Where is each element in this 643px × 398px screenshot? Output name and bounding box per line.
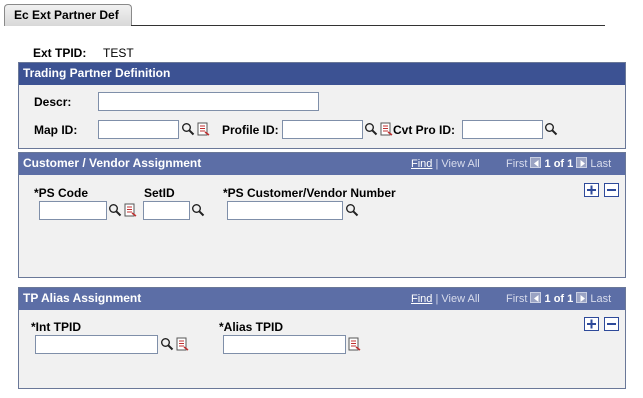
alias-tpid-field[interactable] xyxy=(223,335,346,354)
profile-id-label: Profile ID: xyxy=(222,123,279,137)
last-label: Last xyxy=(590,293,612,305)
cvt-pro-id-label: Cvt Pro ID: xyxy=(393,123,456,137)
minus-icon[interactable] xyxy=(604,183,619,197)
magnifier-icon[interactable] xyxy=(181,122,195,136)
first-label: First xyxy=(506,158,528,170)
grid-pager: First 1 of 1 Last xyxy=(506,153,611,175)
profile-id-field[interactable] xyxy=(282,120,363,139)
arrow-right-icon[interactable] xyxy=(576,292,588,303)
tp-alias-header: TP Alias Assignment Find | View All Firs… xyxy=(19,288,625,310)
detail-page-icon[interactable] xyxy=(347,337,361,351)
nav-separator: | xyxy=(435,158,439,170)
find-link[interactable]: Find xyxy=(411,158,432,170)
magnifier-icon[interactable] xyxy=(544,122,558,136)
find-link[interactable]: Find xyxy=(411,293,432,305)
trading-partner-header: Trading Partner Definition xyxy=(19,63,625,85)
int-tpid-field[interactable] xyxy=(35,335,158,354)
view-all-link[interactable]: View All xyxy=(441,158,479,170)
detail-page-icon[interactable] xyxy=(379,122,393,136)
grid-nav: Find | View All xyxy=(411,288,480,310)
magnifier-icon[interactable] xyxy=(345,203,359,217)
first-label: First xyxy=(506,293,528,305)
ps-code-label: *PS Code xyxy=(34,186,89,200)
tp-alias-title: TP Alias Assignment xyxy=(23,291,142,305)
descr-label: Descr: xyxy=(34,95,72,109)
plus-icon[interactable] xyxy=(584,183,599,197)
arrow-left-icon[interactable] xyxy=(530,157,542,168)
ps-customer-vendor-number-label: *PS Customer/Vendor Number xyxy=(223,186,396,200)
nav-separator: | xyxy=(435,293,439,305)
row-count: 1 of 1 xyxy=(544,293,574,305)
ext-tpid-label: Ext TPID: xyxy=(33,46,87,60)
magnifier-icon[interactable] xyxy=(160,337,174,351)
arrow-right-icon[interactable] xyxy=(576,157,588,168)
tab-divider xyxy=(131,25,605,26)
setid-label: SetID xyxy=(144,186,175,200)
ps-customer-vendor-number-field[interactable] xyxy=(227,201,343,220)
ps-code-field[interactable] xyxy=(39,201,107,220)
detail-page-icon[interactable] xyxy=(175,337,189,351)
minus-icon[interactable] xyxy=(604,317,619,331)
customer-vendor-title: Customer / Vendor Assignment xyxy=(23,156,202,170)
grid-pager: First 1 of 1 Last xyxy=(506,288,611,310)
map-id-label: Map ID: xyxy=(34,123,78,137)
row-count: 1 of 1 xyxy=(544,158,574,170)
magnifier-icon[interactable] xyxy=(364,122,378,136)
detail-page-icon[interactable] xyxy=(196,122,210,136)
descr-field[interactable] xyxy=(98,92,319,111)
cvt-pro-id-field[interactable] xyxy=(462,120,543,139)
customer-vendor-header: Customer / Vendor Assignment Find | View… xyxy=(19,153,625,175)
map-id-field[interactable] xyxy=(98,120,179,139)
int-tpid-label: *Int TPID xyxy=(31,320,81,334)
alias-tpid-label: *Alias TPID xyxy=(219,320,284,334)
setid-field[interactable] xyxy=(143,201,190,220)
tab-ec-ext-partner-def[interactable]: Ec Ext Partner Def xyxy=(4,4,132,26)
ext-tpid-value: TEST xyxy=(103,46,134,60)
last-label: Last xyxy=(590,158,612,170)
view-all-link[interactable]: View All xyxy=(441,293,479,305)
arrow-left-icon[interactable] xyxy=(530,292,542,303)
magnifier-icon[interactable] xyxy=(191,203,205,217)
magnifier-icon[interactable] xyxy=(108,203,122,217)
grid-nav: Find | View All xyxy=(411,153,480,175)
plus-icon[interactable] xyxy=(584,317,599,331)
detail-page-icon[interactable] xyxy=(123,203,137,217)
